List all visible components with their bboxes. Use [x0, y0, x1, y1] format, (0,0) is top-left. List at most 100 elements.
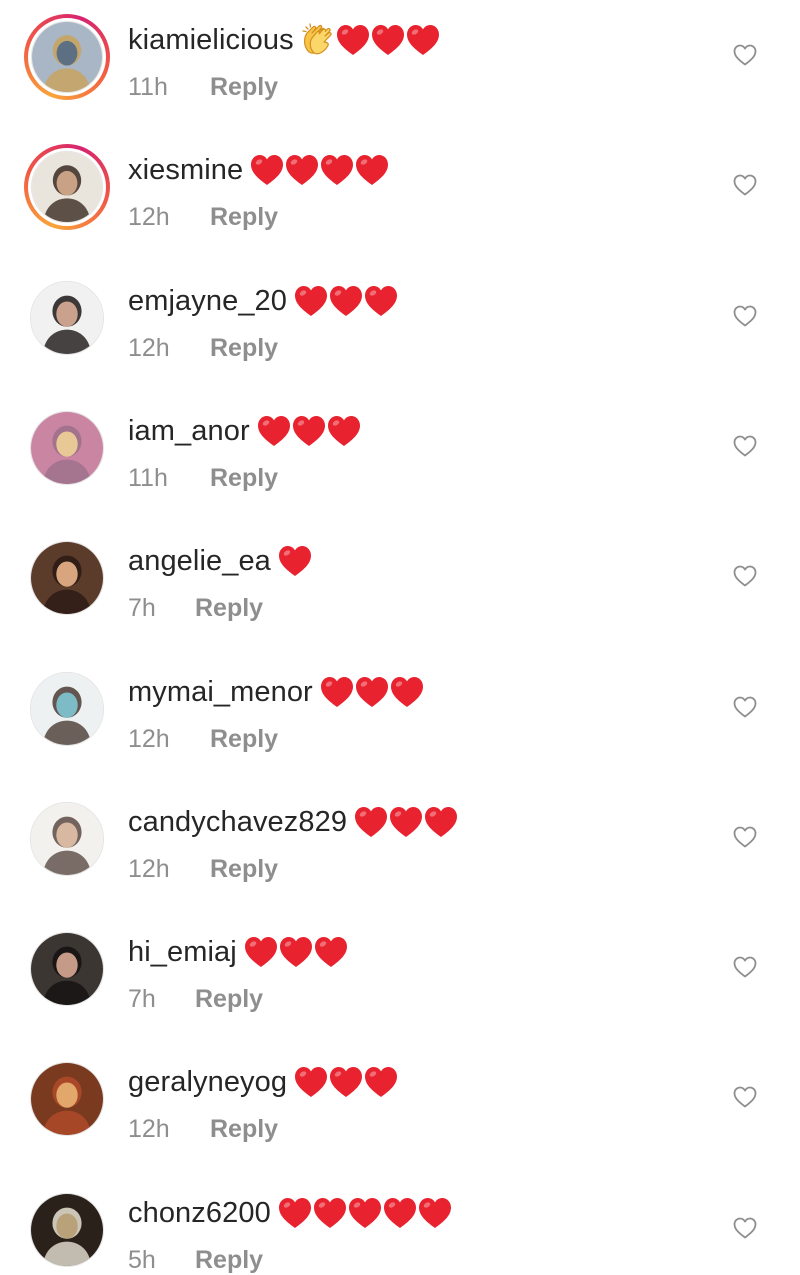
clapping-hands-emoji-icon	[302, 23, 332, 55]
reply-button[interactable]: Reply	[210, 464, 278, 493]
red-heart-emoji-icon	[390, 677, 423, 707]
avatar-image	[30, 1062, 104, 1136]
comment-item: geralyneyog 12h Reply	[0, 1052, 800, 1182]
avatar-image	[31, 21, 103, 93]
comment-body: xiesmine 12h Reply	[128, 148, 389, 234]
comment-timestamp: 7h	[128, 593, 156, 622]
comment-item: emjayne_20 12h Reply	[0, 271, 800, 401]
avatar-image	[30, 932, 104, 1006]
comment-timestamp: 12h	[128, 333, 170, 362]
like-heart-icon[interactable]	[733, 1217, 757, 1239]
comment-body: emjayne_20 12h Reply	[128, 279, 398, 365]
comment-body: iam_anor 11h Reply	[128, 409, 361, 495]
like-heart-icon[interactable]	[733, 1086, 757, 1108]
avatar-image	[30, 1193, 104, 1267]
avatar[interactable]	[30, 672, 104, 746]
avatar[interactable]	[30, 802, 104, 876]
comment-username[interactable]: kiamielicious	[128, 24, 294, 57]
red-heart-emoji-icon	[383, 1198, 416, 1228]
like-heart-icon[interactable]	[733, 305, 757, 327]
comment-timestamp: 11h	[128, 463, 168, 492]
comment-username[interactable]: mymai_menor	[128, 676, 313, 709]
red-heart-emoji-icon	[314, 937, 347, 967]
like-heart-icon[interactable]	[733, 956, 757, 978]
avatar-image	[30, 411, 104, 485]
red-heart-emoji-icon	[278, 546, 311, 576]
reply-button[interactable]: Reply	[210, 73, 278, 102]
avatar[interactable]	[24, 144, 110, 230]
comment-username[interactable]: angelie_ea	[128, 545, 271, 578]
red-heart-emoji-icon	[348, 1198, 381, 1228]
reply-button[interactable]: Reply	[210, 1115, 278, 1144]
comment-text	[353, 805, 458, 839]
comment-body: chonz6200 5h Reply	[128, 1191, 452, 1275]
red-heart-emoji-icon	[418, 1198, 451, 1228]
red-heart-emoji-icon	[295, 286, 327, 316]
comment-username[interactable]: hi_emiaj	[128, 936, 237, 969]
comment-username[interactable]: candychavez829	[128, 806, 347, 839]
avatar[interactable]	[30, 411, 104, 485]
like-heart-icon[interactable]	[733, 696, 757, 718]
red-heart-emoji-icon	[355, 677, 388, 707]
reply-button[interactable]: Reply	[210, 334, 278, 363]
comment-item: iam_anor 11h Reply	[0, 401, 800, 531]
comment-body: hi_emiaj 7h Reply	[128, 930, 348, 1016]
red-heart-emoji-icon	[406, 25, 439, 55]
reply-button[interactable]: Reply	[195, 1246, 263, 1275]
avatar[interactable]	[24, 14, 110, 100]
avatar[interactable]	[30, 932, 104, 1006]
reply-button[interactable]: Reply	[210, 203, 278, 232]
comment-username[interactable]: chonz6200	[128, 1197, 271, 1230]
red-heart-emoji-icon	[425, 807, 458, 837]
red-heart-emoji-icon	[279, 937, 312, 967]
comment-item: mymai_menor 12h Reply	[0, 662, 800, 792]
reply-button[interactable]: Reply	[195, 985, 263, 1014]
like-heart-icon[interactable]	[733, 174, 757, 196]
avatar[interactable]	[30, 1193, 104, 1267]
comment-text	[249, 153, 389, 187]
red-heart-emoji-icon	[355, 807, 388, 837]
comment-list: kiamielicious 11h Reply xiesmine 12h Rep…	[0, 0, 800, 1275]
avatar-image	[30, 281, 104, 355]
comment-username[interactable]: emjayne_20	[128, 285, 287, 318]
comment-timestamp: 12h	[128, 724, 170, 753]
like-heart-icon[interactable]	[733, 44, 757, 66]
avatar[interactable]	[30, 541, 104, 615]
like-heart-icon[interactable]	[733, 565, 757, 587]
comment-body: mymai_menor 12h Reply	[128, 670, 424, 756]
red-heart-emoji-icon	[336, 25, 369, 55]
avatar-image	[30, 541, 104, 615]
comment-timestamp: 5h	[128, 1245, 156, 1274]
red-heart-emoji-icon	[286, 155, 319, 185]
red-heart-emoji-icon	[295, 1067, 328, 1097]
comment-text	[277, 1196, 452, 1230]
comment-body: geralyneyog 12h Reply	[128, 1060, 398, 1146]
red-heart-emoji-icon	[320, 677, 353, 707]
avatar[interactable]	[30, 281, 104, 355]
comment-item: angelie_ea 7h Reply	[0, 531, 800, 661]
reply-button[interactable]: Reply	[210, 855, 278, 884]
like-heart-icon[interactable]	[733, 826, 757, 848]
red-heart-emoji-icon	[321, 155, 354, 185]
comment-username[interactable]: iam_anor	[128, 415, 250, 448]
comment-body: candychavez829 12h Reply	[128, 800, 458, 886]
comment-username[interactable]: geralyneyog	[128, 1066, 287, 1099]
comment-text	[277, 544, 312, 578]
red-heart-emoji-icon	[390, 807, 423, 837]
comment-item: kiamielicious 11h Reply	[0, 10, 800, 140]
avatar[interactable]	[30, 1062, 104, 1136]
comment-text	[319, 675, 424, 709]
red-heart-emoji-icon	[251, 155, 284, 185]
comment-item: chonz6200 5h Reply	[0, 1183, 800, 1275]
comment-timestamp: 12h	[128, 854, 170, 883]
red-heart-emoji-icon	[292, 416, 325, 446]
red-heart-emoji-icon	[257, 416, 290, 446]
reply-button[interactable]: Reply	[195, 594, 263, 623]
comment-body: angelie_ea 7h Reply	[128, 539, 312, 625]
comment-body: kiamielicious 11h Reply	[128, 18, 440, 104]
like-heart-icon[interactable]	[733, 435, 757, 457]
comment-username[interactable]: xiesmine	[128, 154, 243, 187]
comment-item: hi_emiaj 7h Reply	[0, 922, 800, 1052]
comment-item: xiesmine 12h Reply	[0, 140, 800, 270]
reply-button[interactable]: Reply	[210, 725, 278, 754]
